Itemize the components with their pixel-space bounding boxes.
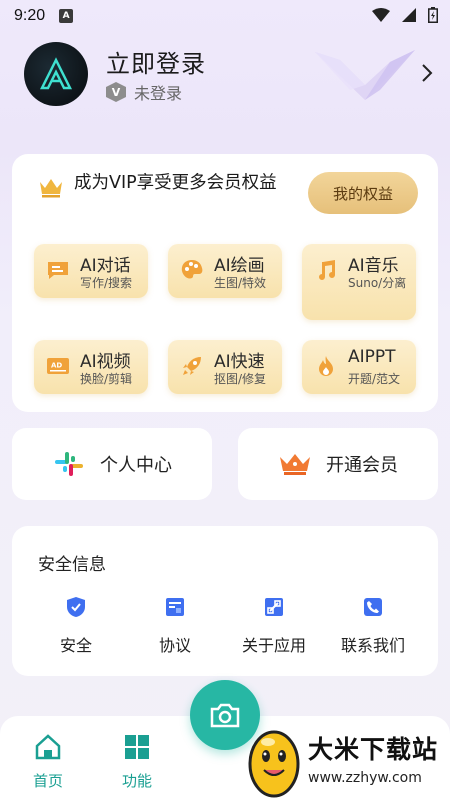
tool-name: AIPPT [348,347,396,367]
tool-name: AI视频 [80,352,131,372]
tool-desc: 生图/特效 [214,276,267,290]
home-icon [35,734,61,760]
video-ad-icon: AD [47,358,69,374]
mascot-logo-icon [248,730,300,798]
avatar[interactable] [24,42,88,106]
vip-promo-text: 成为VIP享受更多会员权益 [74,173,277,193]
nav-functions[interactable]: 功能 [107,732,167,791]
status-bar: 9:20 A [0,0,450,32]
open-vip-label: 开通会员 [326,455,398,476]
tool-ai-ppt[interactable]: AIPPT 开题/范文 [302,340,416,394]
tool-desc: Suno/分离 [348,276,407,290]
wifi-icon [372,8,390,22]
nav-home-label: 首页 [32,772,63,790]
tool-ai-video[interactable]: AD AI视频 换脸/剪辑 [34,340,148,394]
security-item-label: 协议 [158,636,191,655]
tool-desc: 抠图/修复 [214,372,267,386]
security-item-agreement[interactable]: 协议 [125,596,225,656]
v-badge-icon: V [106,82,126,102]
watermark-title: 大米下载站 [308,735,439,764]
security-card: 安全信息 安全 协议 关于应用 联系我们 [12,526,438,676]
tool-name: AI对话 [80,256,131,276]
tool-name: AI快速 [214,352,265,372]
personal-center-button[interactable]: 个人中心 [12,428,212,500]
palette-icon [181,260,203,279]
nav-functions-label: 功能 [121,772,152,790]
tool-ai-music[interactable]: AI音乐 Suno/分离 [302,244,416,320]
security-item-safety[interactable]: 安全 [26,596,126,656]
battery-icon [428,7,438,23]
chat-icon [48,262,68,279]
music-icon [319,260,335,280]
shield-icon [67,597,85,617]
tool-name: AI音乐 [348,256,399,276]
slack-style-icon [55,452,83,476]
tool-desc: 开题/范文 [348,372,401,386]
security-item-label: 关于应用 [241,636,306,655]
grid-icon [125,735,149,759]
tool-ai-chat[interactable]: AI对话 写作/搜索 [34,244,148,298]
phone-icon [364,598,382,616]
security-item-about[interactable]: 关于应用 [224,596,324,656]
login-status-text: 未登录 [134,84,183,103]
vip-card: 成为VIP享受更多会员权益 我的权益 AI对话 写作/搜索 AI绘画 生图/特效… [12,154,438,412]
my-rights-button[interactable]: 我的权益 [308,172,418,214]
login-status-row: V 未登录 [106,80,182,104]
nav-home[interactable]: 首页 [18,732,78,791]
signal-icon [402,8,416,22]
document-icon [166,598,184,616]
tool-desc: 换脸/剪辑 [80,372,133,386]
notification-a-icon: A [59,9,74,23]
watermark-url: www.zzhyw.com [308,770,422,786]
link-icon [265,598,283,616]
open-vip-button[interactable]: 开通会员 [238,428,438,500]
flame-icon [319,356,333,376]
camera-icon [210,703,240,728]
watermark: 大米下载站 www.zzhyw.com [240,720,450,800]
rocket-icon [183,357,201,375]
app-logo-icon [39,57,73,90]
status-icons [372,7,438,23]
tool-ai-fast[interactable]: AI快速 抠图/修复 [168,340,282,394]
crown-icon [40,179,62,198]
security-item-label: 安全 [59,636,92,655]
chevron-right-icon[interactable] [420,62,434,84]
status-time: 9:20 [14,7,46,24]
tool-name: AI绘画 [214,256,265,276]
profile-header[interactable]: 立即登录 V 未登录 [24,42,434,106]
svg-text:AD: AD [51,362,62,370]
security-title: 安全信息 [38,555,106,575]
login-title[interactable]: 立即登录 [106,44,206,79]
security-item-label: 联系我们 [340,636,405,655]
vip-promo: 成为VIP享受更多会员权益 [38,170,284,198]
tool-ai-painting[interactable]: AI绘画 生图/特效 [168,244,282,298]
personal-center-label: 个人中心 [100,455,172,476]
tool-desc: 写作/搜索 [80,276,133,290]
security-item-contact[interactable]: 联系我们 [323,596,423,656]
crown-icon [280,454,310,475]
